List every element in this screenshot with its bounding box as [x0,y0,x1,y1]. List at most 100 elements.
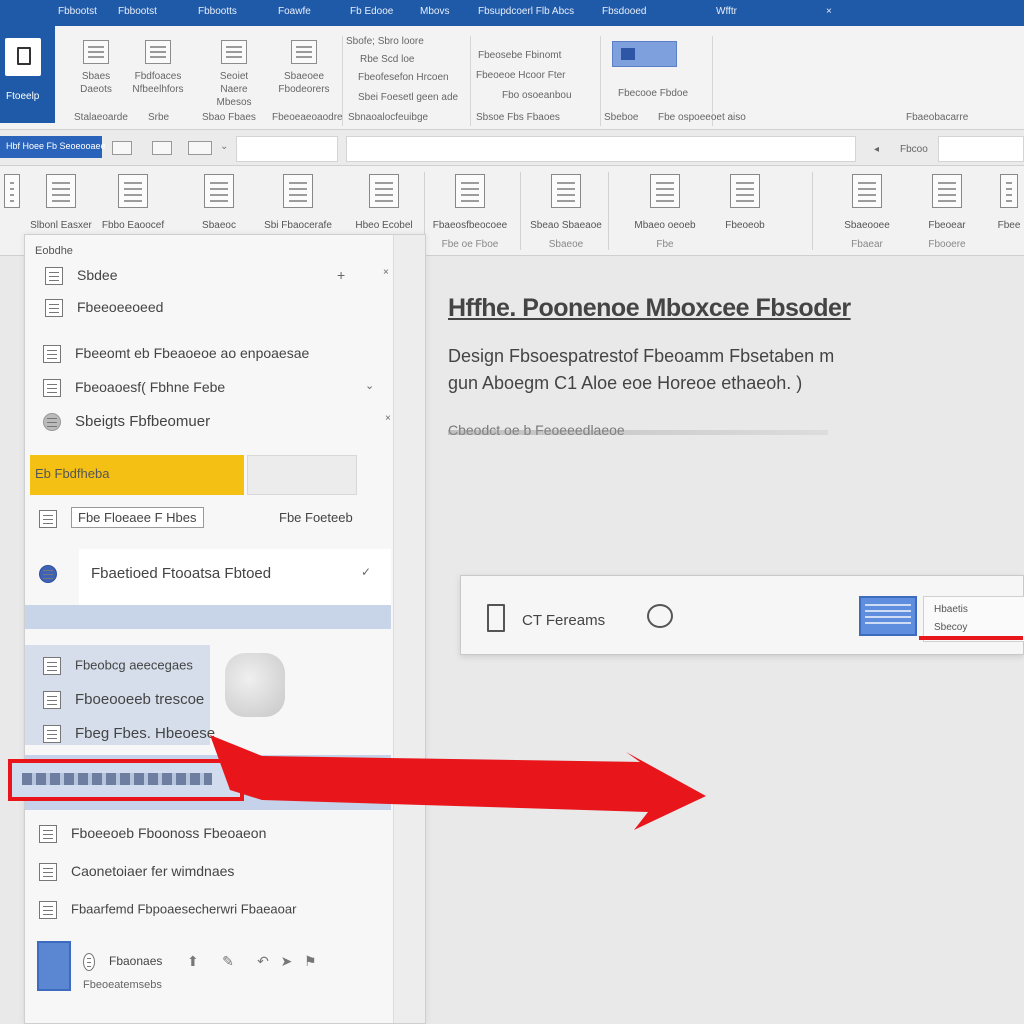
search-icon[interactable] [647,604,673,628]
highlight-preview [247,455,357,495]
panel-icon[interactable] [188,141,212,155]
pane-row[interactable]: Fbeoaoesf( Fbhne Febe ⌄ [43,379,409,398]
stamp-icon [455,174,485,208]
search-input[interactable] [938,136,1024,162]
page-icon [46,174,76,208]
chevron-down-icon[interactable]: ⌄ [220,141,230,155]
ribbon-item-2[interactable]: Seoiet Naere Mbesos [202,40,266,109]
ribbon-text[interactable]: Rbe Scd loe [360,54,414,65]
paste-icon[interactable] [112,141,132,155]
r2-item-2[interactable]: Sbaeoc [186,174,252,231]
undo-icon[interactable]: ↶ [257,953,269,969]
ribbon-text[interactable]: Sbofe; Sbro loore [346,36,424,47]
r2-item-9[interactable]: Sbaeooee Fbaear [834,174,900,250]
r2-item-5[interactable]: Fbaeosfbeocoee Fbe oe Fboe [428,174,512,250]
file-button[interactable]: Ftoeelp [0,26,55,123]
ribbon-separator [520,172,521,250]
page-icon [204,174,234,208]
table-icon [39,825,57,844]
thumbnail-icon[interactable] [37,941,71,991]
r2-item-0[interactable]: Slbonl Easxer [28,174,94,231]
flag-icon[interactable]: ⚑ [304,953,317,969]
pane-row[interactable]: Fbaetioed Ftooatsa Fbtoed ✓ [39,565,405,584]
pane-row[interactable]: Fboeeoeb Fboonoss Fbeoaeon [39,825,405,844]
menu-tab-1[interactable]: Fbbootst [118,6,157,17]
ribbon-text[interactable]: Fbeofesefon Hrcoen [358,72,449,83]
r2-item-8[interactable]: Fbeoeob [712,174,778,231]
pane-row-label: Fbaonaes [109,954,163,969]
r2-item-11[interactable]: Fbee [994,174,1024,231]
ribbon-separator [812,172,813,250]
pane-row-label: Fbeg Fbes. Hbeoese [75,725,216,742]
arrow-up-icon[interactable]: ⬆ [187,953,199,969]
pane-row[interactable]: Fbeg Fbes. Hbeoese [43,725,409,744]
pane-row[interactable]: Sbdee + × [45,267,411,286]
list-icon [43,345,61,364]
font-input[interactable] [236,136,338,162]
grid-icon [43,379,61,398]
menu-tab-2[interactable]: Fbbootts [198,6,237,17]
attachment-card[interactable]: CT Fereams Hbaetis Sbecoy [460,575,1024,655]
list-icon [283,174,313,208]
formula-input[interactable] [346,136,856,162]
chevron-down-icon[interactable]: ⌄ [365,379,374,392]
pane-row[interactable]: Fbe Floeaee F Hbes Fbe Foeteeb [39,507,405,529]
chart-icon [118,174,148,208]
ribbon-item-3[interactable]: Sbaeoee Fbodeorers [272,40,336,96]
menu-tab-0[interactable]: Fbbootst [58,6,97,17]
sketch-illustration [225,653,285,717]
name-box[interactable]: Hbf Hoee Fb Seoeooaee [0,136,106,158]
menu-tab-close[interactable]: × [826,6,832,17]
menu-tab-4[interactable]: Fb Edooe [350,6,393,17]
check-icon[interactable]: ✓ [361,565,371,579]
menu-tab-6[interactable]: Fbsupdcoerl Flb Abcs [478,6,574,17]
pane-row-secondary: Fbeoeatemsebs [83,979,162,991]
ribbon-item-0[interactable]: Sbaes Daeots [76,40,116,96]
ribbon-text[interactable]: Fbo osoeanbou [502,90,572,101]
pane-tools[interactable]: ⬆ ✎ ↶ ➤ ⚑ [187,953,553,970]
r2-item-1[interactable]: Fbbo Eaoocef [100,174,166,231]
document-link[interactable]: Cbeodct oe b Feoeeedlaeoe [448,422,828,438]
file-icon [487,604,505,632]
r2-item-3[interactable]: Sbi Fbaocerafe [256,174,340,231]
pen-icon [43,657,61,675]
r2-item-7[interactable]: Mbaeo oeoeb Fbe [632,174,698,250]
pane-row-label: Fbeobcg aeecegaes [75,657,193,673]
pane-row-label: Fboeooeeb trescoe [75,691,205,708]
pane-row[interactable]: Fbeeomt eb Fbeaoeoe ao enpoaesae [43,345,409,364]
highlighted-row-box[interactable] [8,759,244,801]
r2-sub: Fbooere [928,239,966,250]
ribbon-text[interactable]: Fbecooe Fbdoe [618,88,688,99]
r2-item-6[interactable]: Sbeao Sbaeaoe Sbaeoe [528,174,604,250]
close-icon[interactable]: × [385,413,391,424]
menu-tab-7[interactable]: Fbsdooed [602,6,646,17]
r2-item-4[interactable]: Hbeo Ecobel [346,174,422,231]
r2-item-edge[interactable] [0,174,24,208]
back-arrow-icon[interactable]: ◂ [874,144,879,155]
pane-row[interactable]: Sbeigts Fbfbeomuer × [43,413,409,432]
pane-row[interactable]: Fbeeoeeoeed [45,299,411,318]
user-icon [43,413,61,432]
pane-row-label: Sbeigts Fbfbeomuer [75,413,211,430]
picture-icon[interactable] [612,41,677,67]
page-icon [45,299,63,318]
menu-tab-3[interactable]: Foawfe [278,6,311,17]
ribbon-item-1[interactable]: Fbdfoaces Nfbeelhfors [126,40,190,96]
ribbon-text[interactable]: Fbeosebe Fbinomt [478,50,561,61]
ribbon-text[interactable]: Sbei Foesetl geen ade [358,92,458,103]
thumbnail-icon[interactable] [859,596,917,636]
pane-row[interactable]: Caonetoiaer fer wimdnaes [39,863,405,882]
columns-icon [551,174,581,208]
close-icon[interactable]: × [383,267,389,278]
toolbar-right-label[interactable]: Fbcoo [900,144,928,155]
plus-icon[interactable]: + [337,267,345,283]
cursor-icon[interactable]: ➤ [281,953,293,969]
ribbon-text[interactable]: Fbeoeoe Hcoor Fter [476,70,566,81]
r2-item-10[interactable]: Fbeoear Fbooere [914,174,980,250]
menu-tab-8[interactable]: Wfftr [716,6,737,17]
copy-icon[interactable] [152,141,172,155]
pane-row[interactable]: Fbaarfemd Fbpoaesecherwri Fbaeaoar [39,901,405,919]
menu-tab-5[interactable]: Mbovs [420,6,449,17]
table-icon [650,174,680,208]
pencil-icon[interactable]: ✎ [222,953,234,969]
